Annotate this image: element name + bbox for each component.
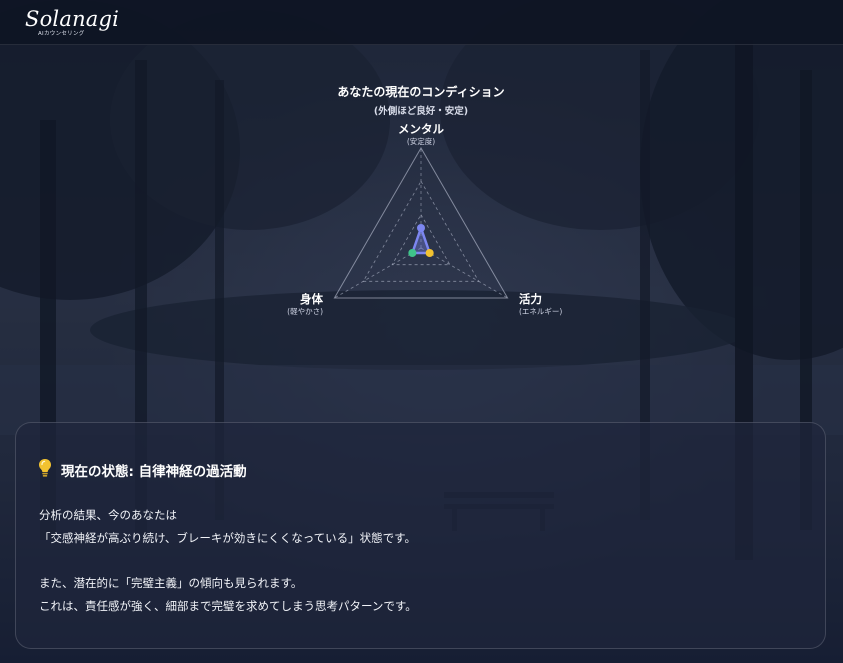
lightbulb-icon — [39, 459, 51, 477]
card-paragraph: これは、責任感が強く、細部まで完璧を求めてしまう思考パターンです。 — [39, 599, 417, 613]
radar-spoke — [334, 247, 422, 299]
radar-data-point — [417, 224, 425, 232]
card-paragraph: また、潜在的に「完璧主義」の傾向も見られます。 — [39, 576, 303, 590]
card-body: 分析の結果、今のあなたは 「交感神経が高ぶり続け、ブレーキが効きにくくなっている… — [39, 504, 799, 618]
radar-spoke — [420, 247, 508, 299]
radar-data-point — [408, 249, 417, 257]
card-paragraph: 「交感神経が高ぶり続け、ブレーキが効きにくくなっている」状態です。 — [39, 531, 416, 545]
radar-data-point — [425, 249, 434, 257]
status-card: 現在の状態: 自律神経の過活動 分析の結果、今のあなたは 「交感神経が高ぶり続け… — [15, 422, 826, 649]
card-title: 現在の状態: 自律神経の過活動 — [61, 464, 247, 480]
card-paragraph: 分析の結果、今のあなたは — [39, 508, 177, 522]
